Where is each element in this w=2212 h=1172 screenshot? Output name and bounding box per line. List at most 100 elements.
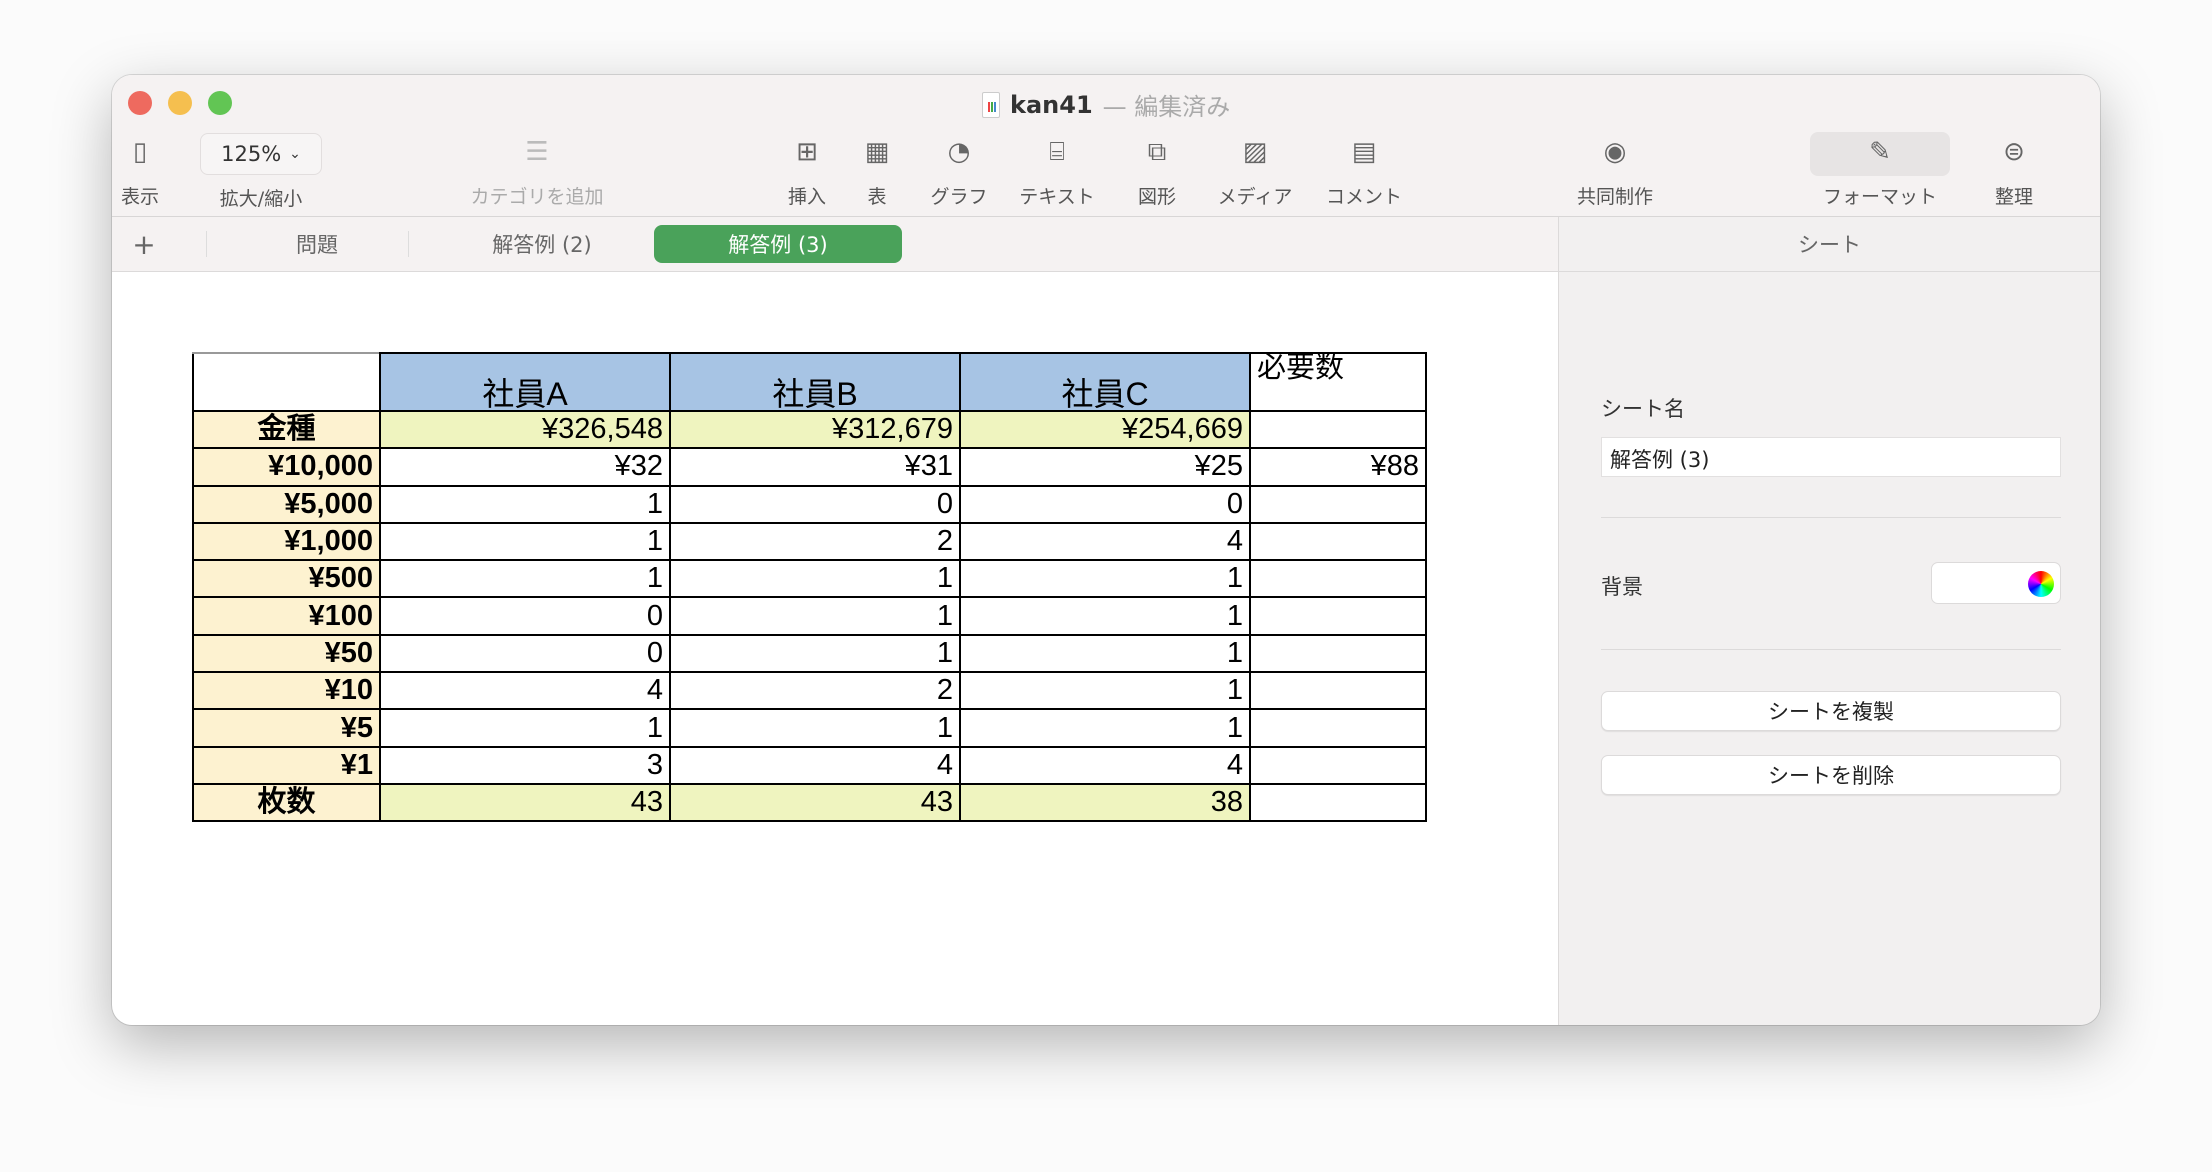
- textbox-icon: ⌸: [1049, 136, 1065, 167]
- table-cell[interactable]: [1249, 484, 1427, 524]
- table-cell[interactable]: 0: [959, 484, 1251, 524]
- table-cell[interactable]: ¥1,000: [192, 521, 381, 562]
- table-cell[interactable]: 0: [379, 596, 671, 636]
- organize-button[interactable]: ⊜ 整理: [1984, 130, 2044, 209]
- table-cell[interactable]: ¥100: [192, 596, 381, 636]
- pie-chart-icon: ◔: [947, 137, 971, 167]
- header-cell[interactable]: 社員B: [669, 352, 961, 412]
- table-cell[interactable]: ¥312,679: [669, 409, 961, 450]
- zoom-select[interactable]: 125% ⌄: [200, 133, 322, 175]
- table-cell[interactable]: ¥326,548: [379, 409, 671, 450]
- table-cell[interactable]: 金種: [192, 409, 381, 450]
- table-cell[interactable]: ¥10,000: [192, 447, 381, 487]
- table-cell[interactable]: 4: [669, 745, 961, 785]
- text-button[interactable]: ⌸ テキスト: [1012, 130, 1102, 209]
- table-cell[interactable]: ¥254,669: [959, 409, 1251, 450]
- table-cell[interactable]: 1: [959, 671, 1251, 711]
- table-cell[interactable]: [1249, 596, 1427, 636]
- table-row: ¥1 3 4 4: [192, 745, 1427, 785]
- shape-button[interactable]: ⧉ 図形: [1132, 130, 1182, 209]
- minimize-button[interactable]: [168, 91, 192, 115]
- table-cell[interactable]: 1: [669, 559, 961, 599]
- insert-button[interactable]: ⊞ 挿入: [777, 130, 837, 209]
- zoom-window-button[interactable]: [208, 91, 232, 115]
- close-button[interactable]: [128, 91, 152, 115]
- table-cell[interactable]: ¥50: [192, 633, 381, 674]
- table-button[interactable]: ▦ 表: [852, 130, 902, 209]
- table-cell[interactable]: ¥500: [192, 559, 381, 599]
- header-cell[interactable]: [192, 352, 381, 412]
- media-button[interactable]: ▨ メディア: [1210, 130, 1300, 209]
- table-cell[interactable]: 1: [379, 559, 671, 599]
- table-row: 枚数 43 43 38: [192, 782, 1427, 823]
- document-icon: [982, 91, 1000, 118]
- table-cell[interactable]: 1: [669, 633, 961, 674]
- table-cell[interactable]: ¥32: [379, 447, 671, 487]
- table-cell[interactable]: ¥88: [1249, 447, 1427, 487]
- table-row: ¥500 1 1 1: [192, 559, 1427, 599]
- table-cell[interactable]: 0: [379, 633, 671, 674]
- table-cell[interactable]: ¥10: [192, 671, 381, 711]
- table-cell[interactable]: 4: [379, 671, 671, 711]
- table-cell[interactable]: [1249, 708, 1427, 748]
- table-cell[interactable]: 2: [669, 671, 961, 711]
- collaborate-button[interactable]: ◉ 共同制作: [1570, 130, 1660, 209]
- header-row: 社員A 社員B 社員C 必要数: [192, 352, 1427, 412]
- table-row: ¥5 1 1 1: [192, 708, 1427, 748]
- table-cell[interactable]: 4: [959, 745, 1251, 785]
- tab-problem[interactable]: 問題: [222, 225, 412, 263]
- sidebar-tab-sheet[interactable]: シート: [1559, 217, 2100, 272]
- table-cell[interactable]: [1249, 671, 1427, 711]
- duplicate-sheet-button[interactable]: シートを複製: [1601, 691, 2061, 731]
- add-sheet-button[interactable]: +: [122, 225, 166, 263]
- table-cell[interactable]: 2: [669, 521, 961, 562]
- table-cell[interactable]: 枚数: [192, 782, 381, 823]
- table-cell[interactable]: 1: [669, 708, 961, 748]
- table-row: ¥50 0 1 1: [192, 633, 1427, 674]
- table-cell[interactable]: ¥25: [959, 447, 1251, 487]
- table-cell[interactable]: 1: [959, 708, 1251, 748]
- sheet-name-input[interactable]: 解答例 (3): [1601, 437, 2061, 477]
- tab-answer-3[interactable]: 解答例 (3): [654, 225, 902, 263]
- table-icon: ▦: [864, 137, 890, 167]
- comment-button[interactable]: ▤ コメント: [1324, 130, 1404, 209]
- table-cell[interactable]: 0: [669, 484, 961, 524]
- table-cell[interactable]: [1249, 782, 1427, 823]
- table-cell[interactable]: 1: [379, 484, 671, 524]
- add-category-button[interactable]: ☰ カテゴリを追加: [462, 130, 612, 209]
- table-cell[interactable]: 1: [379, 521, 671, 562]
- delete-sheet-button[interactable]: シートを削除: [1601, 755, 2061, 795]
- table-cell[interactable]: 43: [379, 782, 671, 823]
- table-cell[interactable]: [1249, 521, 1427, 562]
- table-row: ¥5,000 1 0 0: [192, 484, 1427, 524]
- table-cell[interactable]: 43: [669, 782, 961, 823]
- table-cell[interactable]: 1: [959, 559, 1251, 599]
- table-cell[interactable]: [1249, 409, 1427, 450]
- table-cell[interactable]: ¥31: [669, 447, 961, 487]
- sheet-name-label: シート名: [1601, 397, 1685, 421]
- header-cell[interactable]: 社員C: [959, 352, 1251, 412]
- header-cell[interactable]: 必要数: [1249, 352, 1427, 412]
- table-cell[interactable]: [1249, 559, 1427, 599]
- table-cell[interactable]: [1249, 633, 1427, 674]
- view-button[interactable]: ▯ 表示: [120, 130, 160, 209]
- table-cell[interactable]: 38: [959, 782, 1251, 823]
- color-wheel-icon[interactable]: [2028, 571, 2054, 597]
- table-cell[interactable]: 3: [379, 745, 671, 785]
- organize-icon: ⊜: [2003, 137, 2025, 167]
- header-cell[interactable]: 社員A: [379, 352, 671, 412]
- table-cell[interactable]: 1: [959, 596, 1251, 636]
- format-sidebar: シート シート名 解答例 (3) 背景 シートを複製 シートを削除: [1558, 217, 2100, 1025]
- background-color-well[interactable]: [1931, 562, 2061, 604]
- table-cell[interactable]: 1: [379, 708, 671, 748]
- table-cell[interactable]: ¥5: [192, 708, 381, 748]
- table-cell[interactable]: [1249, 745, 1427, 785]
- table-cell[interactable]: 4: [959, 521, 1251, 562]
- format-button[interactable]: ✎ フォーマット: [1810, 130, 1950, 209]
- tab-answer-2[interactable]: 解答例 (2): [422, 225, 662, 263]
- chart-button[interactable]: ◔ グラフ: [924, 130, 994, 209]
- table-cell[interactable]: 1: [959, 633, 1251, 674]
- table-cell[interactable]: ¥1: [192, 745, 381, 785]
- table-cell[interactable]: 1: [669, 596, 961, 636]
- table-cell[interactable]: ¥5,000: [192, 484, 381, 524]
